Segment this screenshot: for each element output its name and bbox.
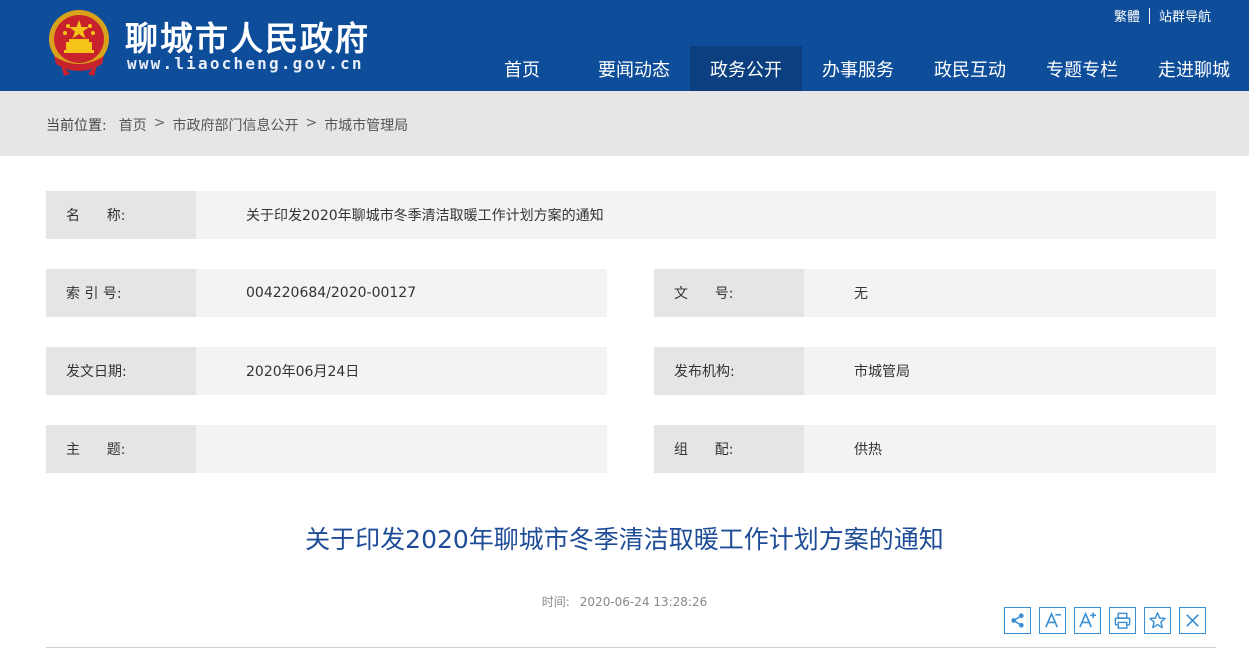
close-icon[interactable] xyxy=(1179,607,1206,634)
breadcrumb-label: 当前位置: xyxy=(46,118,107,134)
breadcrumb: 当前位置: 首页 > 市政府部门信息公开 > 市城市管理局 xyxy=(46,115,408,135)
font-decrease-icon[interactable] xyxy=(1039,607,1066,634)
org-value: 市城管局 xyxy=(804,347,1216,395)
site-header: 聊城市人民政府 www.liaocheng.gov.cn 繁體 站群导航 首页 … xyxy=(0,0,1249,91)
site-group-nav-link[interactable]: 站群导航 xyxy=(1159,6,1211,25)
font-increase-icon[interactable] xyxy=(1074,607,1101,634)
info-row-group: 组 配: 供热 xyxy=(654,425,1216,473)
breadcrumb-bar: 当前位置: 首页 > 市政府部门信息公开 > 市城市管理局 xyxy=(0,91,1249,156)
nav-item-topics[interactable]: 专题专栏 xyxy=(1026,46,1138,91)
docno-label: 文 号: xyxy=(654,269,804,317)
top-links-divider xyxy=(1148,7,1150,24)
article-toolbar xyxy=(1004,607,1214,634)
date-value: 2020年06月24日 xyxy=(196,347,607,395)
favorite-star-icon[interactable] xyxy=(1144,607,1171,634)
breadcrumb-separator: > xyxy=(305,115,318,131)
name-label: 名 称: xyxy=(46,191,196,239)
article-title: 关于印发2020年聊城市冬季清洁取暖工作计划方案的通知 xyxy=(305,525,944,554)
nav-item-home[interactable]: 首页 xyxy=(466,46,578,91)
nav-item-about-city[interactable]: 走进聊城 xyxy=(1138,46,1249,91)
breadcrumb-separator: > xyxy=(153,115,166,131)
national-emblem-logo[interactable] xyxy=(46,6,112,78)
breadcrumb-city-admin[interactable]: 市城市管理局 xyxy=(324,115,408,135)
index-label: 索 引 号: xyxy=(46,269,196,317)
main-nav: 首页 要闻动态 政务公开 办事服务 政民互动 专题专栏 走进聊城 xyxy=(466,46,1249,91)
docno-value: 无 xyxy=(804,269,1216,317)
info-row-index: 索 引 号: 004220684/2020-00127 xyxy=(46,269,607,317)
share-icon[interactable] xyxy=(1004,607,1031,634)
date-label: 发文日期: xyxy=(46,347,196,395)
nav-item-services[interactable]: 办事服务 xyxy=(802,46,914,91)
topic-value xyxy=(196,425,607,473)
print-icon[interactable] xyxy=(1109,607,1136,634)
nav-item-gov-affairs[interactable]: 政务公开 xyxy=(690,46,802,91)
info-row-org: 发布机构: 市城管局 xyxy=(654,347,1216,395)
breadcrumb-dept-info[interactable]: 市政府部门信息公开 xyxy=(172,115,298,135)
group-value: 供热 xyxy=(804,425,1216,473)
breadcrumb-home[interactable]: 首页 xyxy=(119,115,147,135)
site-url: www.liaocheng.gov.cn xyxy=(127,54,364,73)
time-label: 时间: xyxy=(541,595,570,609)
topic-label: 主 题: xyxy=(46,425,196,473)
org-label: 发布机构: xyxy=(654,347,804,395)
group-label: 组 配: xyxy=(654,425,804,473)
index-value: 004220684/2020-00127 xyxy=(196,269,607,317)
info-row-docno: 文 号: 无 xyxy=(654,269,1216,317)
info-row-name: 名 称: 关于印发2020年聊城市冬季清洁取暖工作计划方案的通知 xyxy=(46,191,1216,239)
traditional-chinese-link[interactable]: 繁體 xyxy=(1114,6,1140,25)
nav-item-interaction[interactable]: 政民互动 xyxy=(914,46,1026,91)
site-title[interactable]: 聊城市人民政府 xyxy=(125,12,370,60)
nav-item-news[interactable]: 要闻动态 xyxy=(578,46,690,91)
content-divider xyxy=(46,647,1216,648)
name-value: 关于印发2020年聊城市冬季清洁取暖工作计划方案的通知 xyxy=(196,191,1216,239)
info-row-topic: 主 题: xyxy=(46,425,607,473)
time-value: 2020-06-24 13:28:26 xyxy=(579,595,708,609)
info-row-date: 发文日期: 2020年06月24日 xyxy=(46,347,607,395)
top-links: 繁體 站群导航 xyxy=(1114,6,1211,25)
